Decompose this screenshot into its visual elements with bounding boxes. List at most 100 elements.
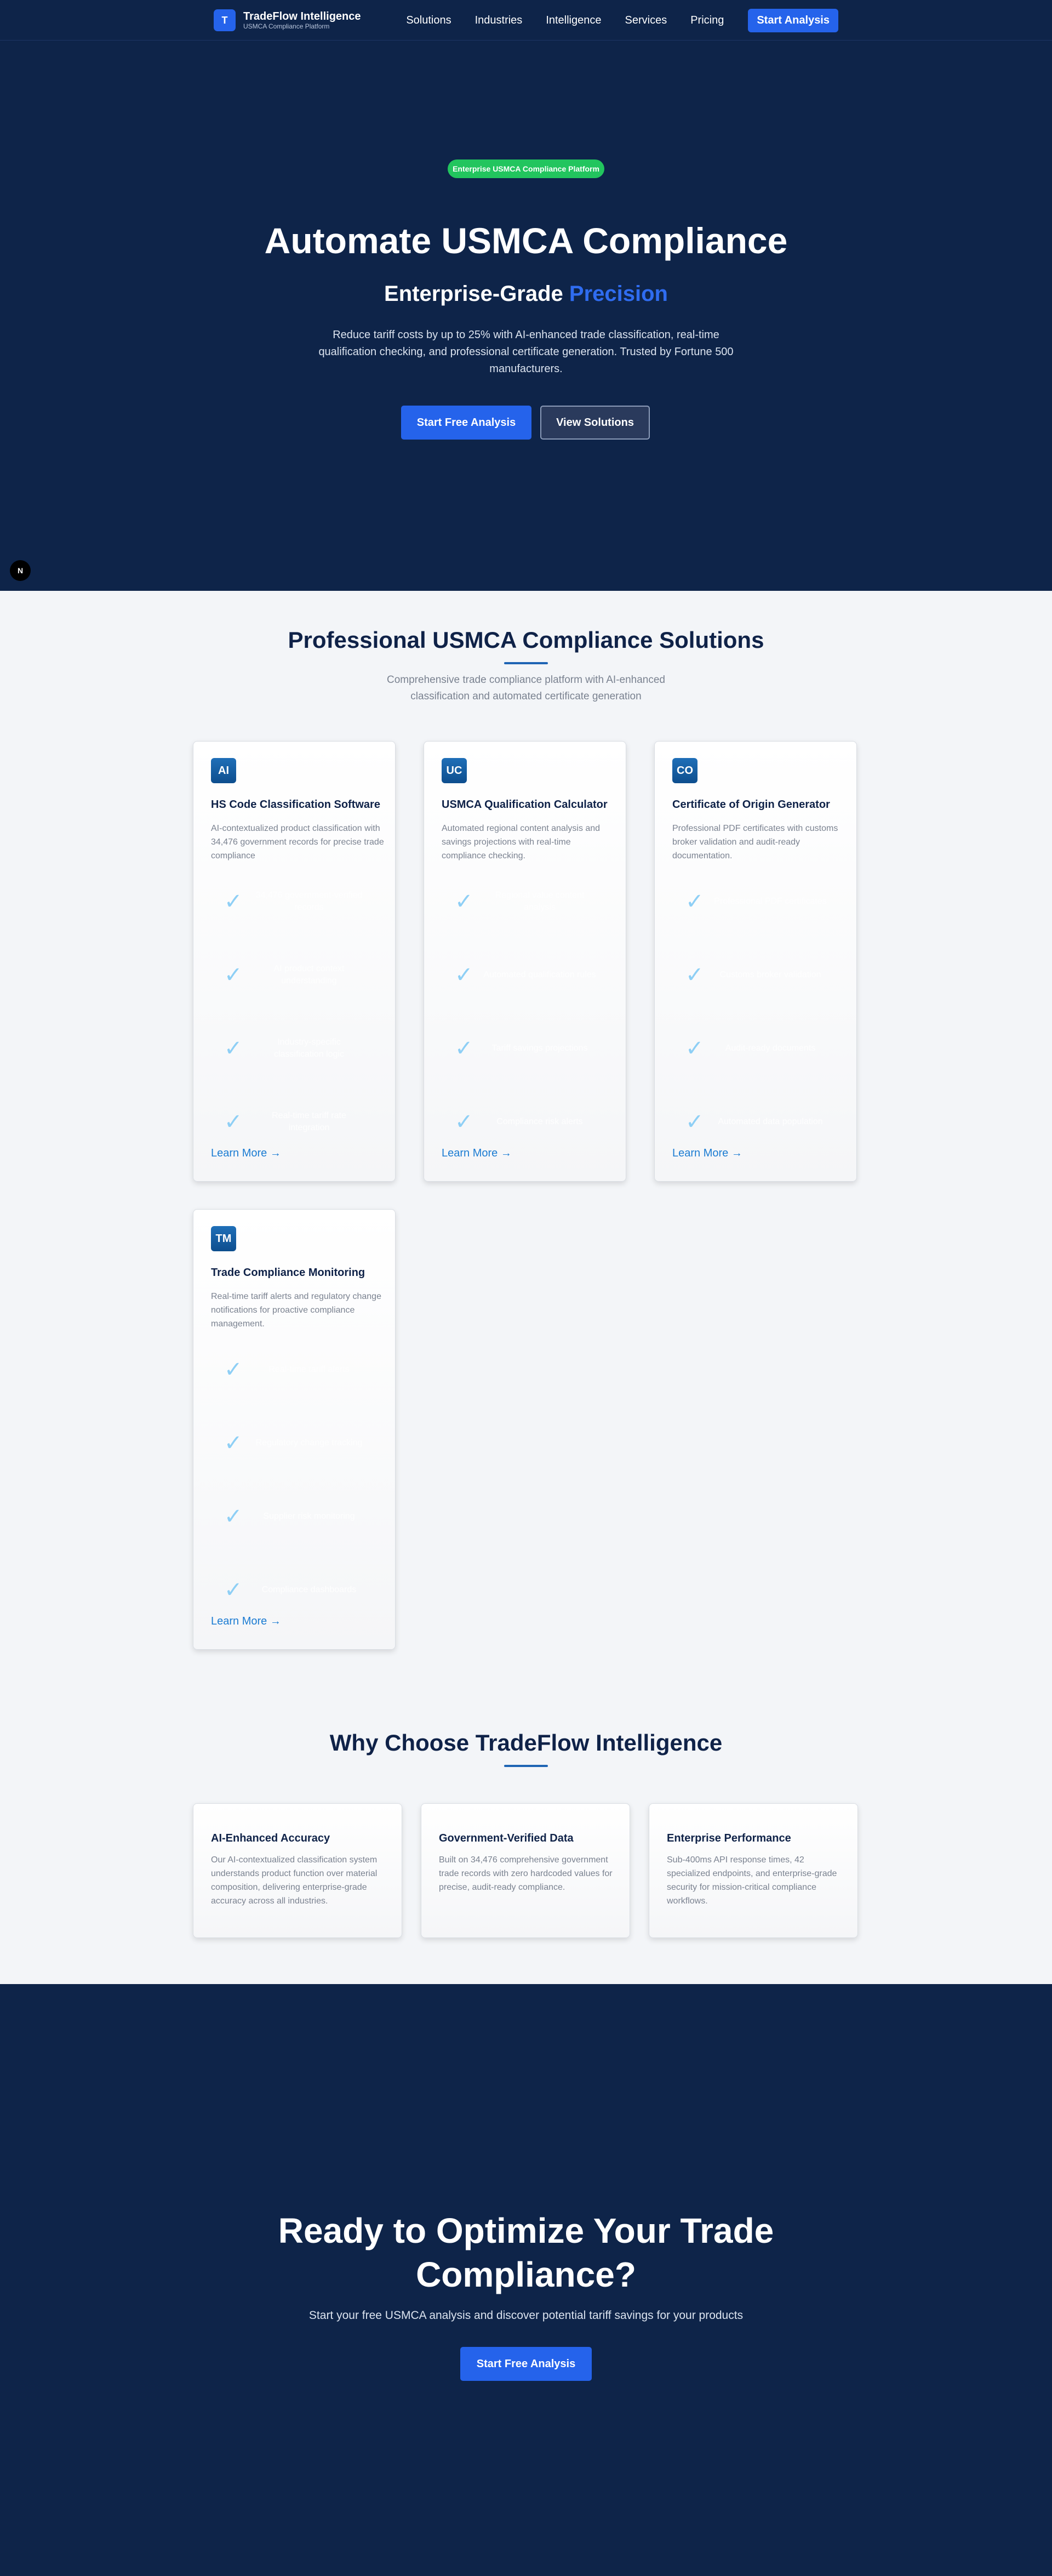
checkmark-icon: ✓ <box>224 1578 243 1602</box>
brand-name: TradeFlow Intelligence <box>243 10 361 22</box>
nav-link-intelligence[interactable]: Intelligence <box>546 14 601 27</box>
start-analysis-button[interactable]: Start Analysis <box>748 8 838 32</box>
hero-subtitle: Enterprise-Grade Precision <box>0 280 1052 307</box>
nav-link-services[interactable]: Services <box>625 14 667 27</box>
hero-title: Automate USMCA Compliance <box>264 220 788 261</box>
why-title-divider <box>504 1765 548 1767</box>
checkmark-icon: ✓ <box>224 963 243 987</box>
learn-more-link[interactable]: Learn More → <box>672 1147 742 1160</box>
uc-icon: UC <box>442 758 467 783</box>
checkmark-icon: ✓ <box>455 890 473 914</box>
start-free-analysis-button[interactable]: Start Free Analysis <box>401 406 531 440</box>
checkmark-icon: ✓ <box>224 1358 243 1382</box>
feature-text: Professional PDF certificates <box>714 897 827 906</box>
solution-card-hs-classification: AI HS Code Classification Software AI-co… <box>193 741 396 1182</box>
cta-start-free-analysis-button[interactable]: Start Free Analysis <box>460 2347 592 2381</box>
brand[interactable]: TradeFlow Intelligence USMCA Compliance … <box>243 10 361 30</box>
hero-description: Reduce tariff costs by up to 25% with AI… <box>318 329 734 375</box>
solution-card-certificate-origin: CO Certificate of Origin Generator Profe… <box>654 741 857 1182</box>
feature-text: Compliance risk alerts <box>496 1117 583 1126</box>
feature-item: ✓ Customs broker validation <box>685 959 844 991</box>
feature-item: ✓ Tariff savings projections <box>455 1032 614 1065</box>
tm-icon: TM <box>211 1226 236 1251</box>
ai-icon: AI <box>211 758 236 783</box>
solutions-description: Comprehensive trade compliance platform … <box>387 674 665 702</box>
hero-section: Enterprise USMCA Compliance Platform Aut… <box>0 41 1052 591</box>
checkmark-icon: ✓ <box>685 963 704 987</box>
cta-title: Ready to Optimize Your Trade Compliance? <box>278 2211 774 2294</box>
why-card-title: Government-Verified Data <box>439 1832 574 1844</box>
feature-text: Supplier risk monitoring <box>263 1512 355 1521</box>
feature-text: Regulatory change tracking <box>255 1438 363 1447</box>
card-title: Certificate of Origin Generator <box>672 799 830 811</box>
feature-text: Customs broker validation <box>719 970 821 979</box>
logo-icon[interactable]: T <box>214 9 236 31</box>
why-card-accuracy: AI-Enhanced Accuracy Our AI-contextualiz… <box>193 1803 402 1938</box>
feature-text: Compliance dashboards <box>261 1585 357 1594</box>
nav-link-solutions[interactable]: Solutions <box>406 14 451 27</box>
solution-card-compliance-monitoring: TM Trade Compliance Monitoring Real-time… <box>193 1209 396 1650</box>
cta-description: Start your free USMCA analysis and disco… <box>308 2309 744 2322</box>
solution-card-usmca-qualification: UC USMCA Qualification Calculator Automa… <box>424 741 626 1182</box>
feature-item: ✓ Supplier risk monitoring <box>224 1500 383 1533</box>
feature-item: ✓ Regional value content analysis <box>455 885 614 918</box>
feature-item: ✓ Regulatory change tracking <box>224 1427 383 1460</box>
feature-item: ✓ AI product context understanding <box>224 959 383 991</box>
feature-text: Regional value content analysis <box>495 891 585 912</box>
feature-text: AI product context understanding <box>273 964 345 985</box>
feature-item: ✓ Automated qualification rules <box>455 959 614 991</box>
card-title: HS Code Classification Software <box>211 799 380 811</box>
why-card-description: Our AI-contextualized classification sys… <box>211 1855 378 1906</box>
checkmark-icon: ✓ <box>455 1036 473 1061</box>
checkmark-icon: ✓ <box>455 1110 473 1134</box>
checkmark-icon: ✓ <box>685 890 704 914</box>
feature-text: 34,476 government-verified records <box>255 891 363 912</box>
feature-item: ✓ 34,476 government-verified records <box>224 885 383 918</box>
checkmark-icon: ✓ <box>224 1036 243 1061</box>
top-navigation: T TradeFlow Intelligence USMCA Complianc… <box>0 0 1052 41</box>
solutions-title-divider <box>504 662 548 664</box>
feature-text: Automated qualification rules <box>483 970 596 979</box>
card-description: Professional PDF certificates with custo… <box>672 824 838 860</box>
feature-text: Industry-specific classification logic <box>273 1038 345 1059</box>
feature-item: ✓ Audit-ready documents <box>685 1032 844 1065</box>
learn-more-link[interactable]: Learn More → <box>211 1615 281 1628</box>
why-card-title: Enterprise Performance <box>667 1832 791 1844</box>
solutions-title: Professional USMCA Compliance Solutions <box>288 627 764 653</box>
why-title: Why Choose TradeFlow Intelligence <box>329 1730 723 1756</box>
checkmark-icon: ✓ <box>685 1036 704 1061</box>
feature-item: ✓ Compliance risk alerts <box>455 1105 614 1138</box>
why-card-title: AI-Enhanced Accuracy <box>211 1832 330 1844</box>
checkmark-icon: ✓ <box>224 890 243 914</box>
checkmark-icon: ✓ <box>224 1110 243 1134</box>
dev-tools-icon[interactable]: N <box>10 560 31 581</box>
card-description: Real-time tariff alerts and regulatory c… <box>211 1292 381 1329</box>
card-title: Trade Compliance Monitoring <box>211 1267 365 1279</box>
why-card-performance: Enterprise Performance Sub-400ms API res… <box>649 1803 858 1938</box>
feature-item: ✓ Compliance dashboards <box>224 1574 383 1606</box>
feature-text: Tariff savings projections <box>491 1044 588 1053</box>
why-card-government-data: Government-Verified Data Built on 34,476… <box>421 1803 630 1938</box>
feature-text: Real-time tariff alerts <box>268 1365 350 1374</box>
feature-item: ✓ Real-time tariff alerts <box>224 1353 383 1386</box>
why-card-description: Built on 34,476 comprehensive government… <box>439 1855 613 1892</box>
checkmark-icon: ✓ <box>224 1431 243 1455</box>
card-description: AI-contextualized product classification… <box>211 824 384 860</box>
nav-link-pricing[interactable]: Pricing <box>690 14 724 27</box>
feature-item: ✓ Real-time tariff rate integration <box>224 1105 383 1138</box>
view-solutions-button[interactable]: View Solutions <box>540 406 650 440</box>
feature-text: Automated data population <box>718 1117 823 1126</box>
why-card-description: Sub-400ms API response times, 42 special… <box>667 1855 837 1906</box>
feature-item: ✓ Automated data population <box>685 1105 844 1138</box>
card-description: Automated regional content analysis and … <box>442 824 601 860</box>
hero-subtitle-accent: Precision <box>569 282 668 306</box>
feature-item: ✓ Industry-specific classification logic <box>224 1032 383 1065</box>
nav-link-industries[interactable]: Industries <box>475 14 523 27</box>
learn-more-link[interactable]: Learn More → <box>211 1147 281 1160</box>
hero-subtitle-plain: Enterprise-Grade <box>384 282 569 306</box>
checkmark-icon: ✓ <box>455 963 473 987</box>
learn-more-link[interactable]: Learn More → <box>442 1147 512 1160</box>
checkmark-icon: ✓ <box>224 1504 243 1529</box>
brand-tagline: USMCA Compliance Platform <box>243 22 330 30</box>
feature-text: Real-time tariff rate integration <box>272 1111 346 1132</box>
